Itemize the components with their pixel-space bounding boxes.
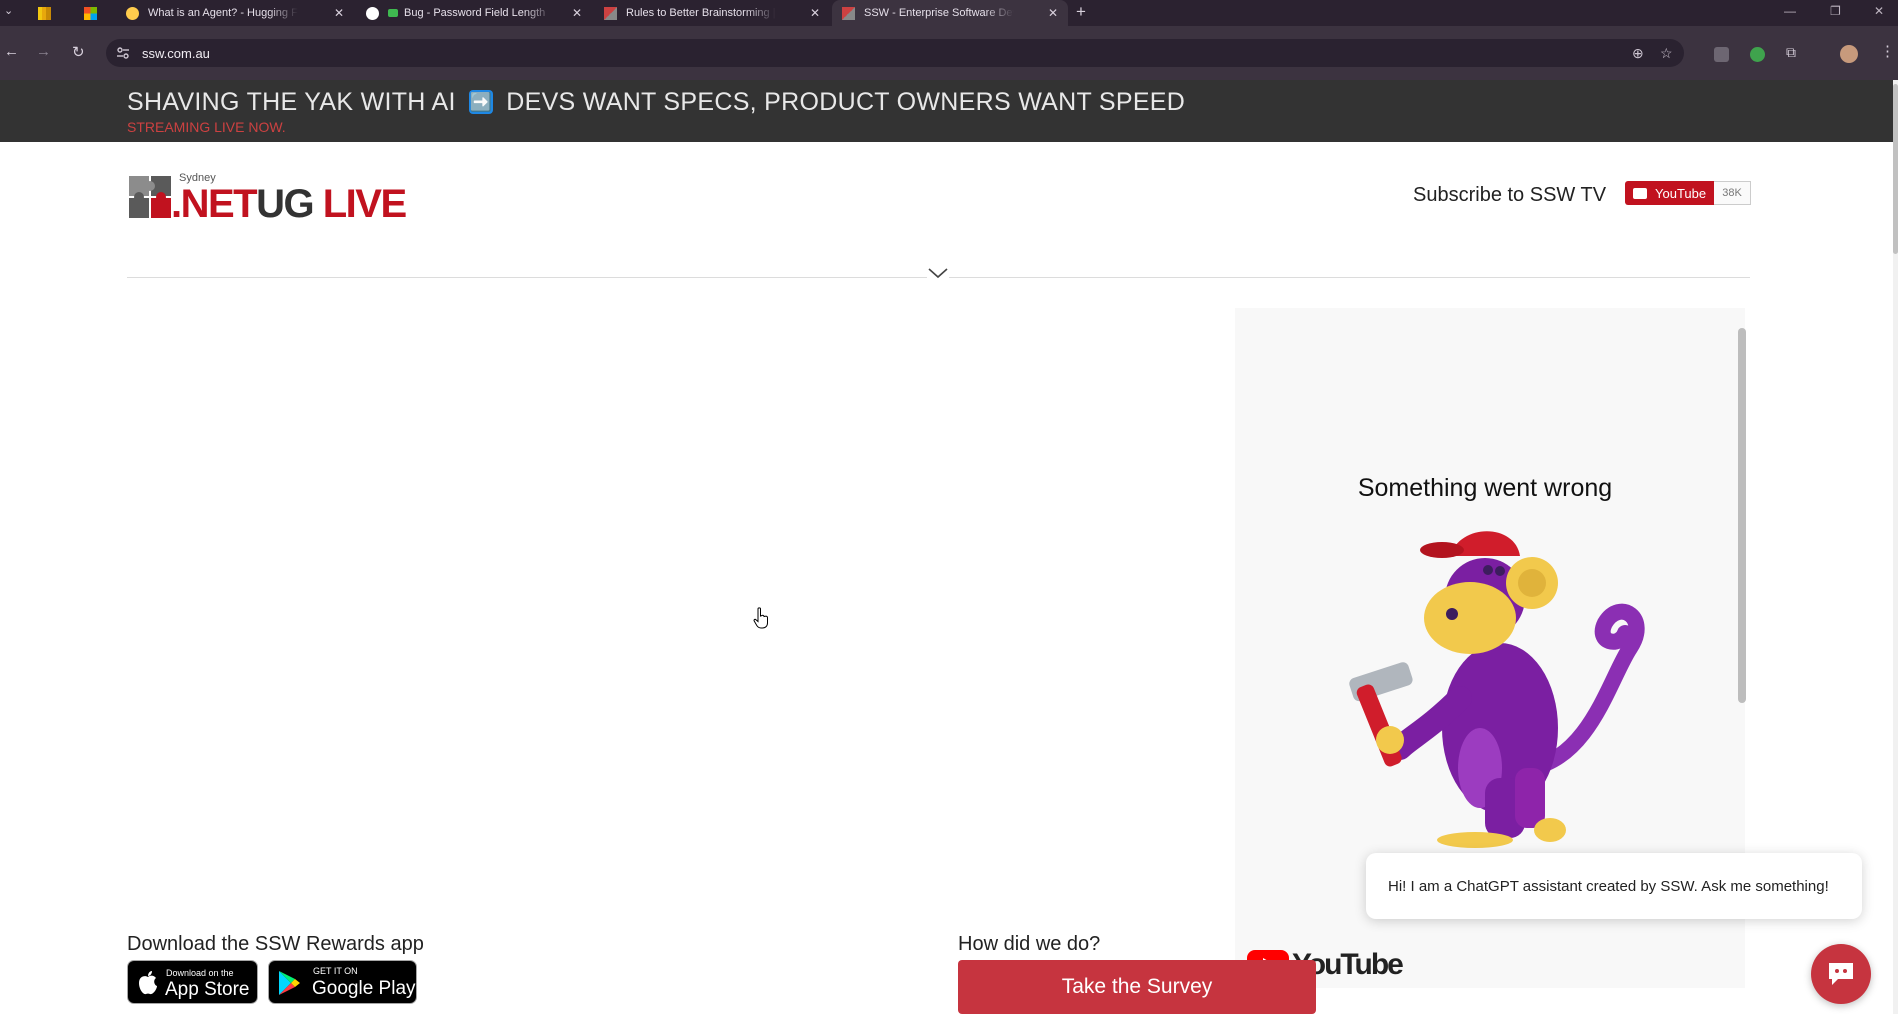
chevron-down-icon[interactable] — [927, 266, 949, 280]
reload-icon[interactable]: ↻ — [72, 43, 85, 61]
github-icon — [366, 6, 379, 20]
hand-cursor-icon — [753, 607, 768, 629]
app-store-button[interactable]: Download on the App Store — [127, 960, 258, 1004]
puzzle-logo-icon — [129, 176, 171, 218]
bug-icon — [388, 9, 398, 17]
survey-heading: How did we do? — [958, 933, 1101, 955]
profile-avatar-icon[interactable] — [1840, 45, 1858, 63]
banner-headline-left: SHAVING THE YAK WITH AI — [127, 88, 456, 116]
subscriber-count: 38K — [1714, 181, 1751, 205]
zoom-icon[interactable]: ⊕ — [1632, 45, 1644, 62]
minimize-icon[interactable]: — — [1784, 4, 1796, 18]
tab-rules-brainstorming[interactable]: Rules to Better Brainstorming | SSW ✕ — [594, 0, 830, 26]
youtube-subscribe-button[interactable]: YouTube — [1625, 181, 1714, 205]
chat-greeting-text: Hi! I am a ChatGPT assistant created by … — [1388, 878, 1829, 895]
tab-title: SSW - Enterprise Software Development — [864, 7, 1014, 19]
restore-icon[interactable]: ❐ — [1830, 4, 1841, 18]
tab-search-icon[interactable]: ⌄ — [4, 4, 13, 17]
extensions-puzzle-icon[interactable]: ⧉ — [1786, 44, 1796, 61]
chat-icon — [1829, 963, 1853, 985]
chat-launcher-button[interactable] — [1811, 944, 1871, 1004]
logo-live: LIVE — [322, 182, 407, 226]
youtube-error-monkey-icon — [1349, 531, 1645, 848]
banner-subtitle: STREAMING LIVE NOW. — [127, 119, 286, 135]
power-bi-icon — [38, 6, 51, 20]
page-scrollbar-thumb[interactable] — [1893, 84, 1898, 254]
subscribe-label: Subscribe to SSW TV — [1413, 184, 1607, 206]
close-tab-icon[interactable]: ✕ — [572, 6, 582, 20]
browser-tab-strip: ⌄ What is an Agent? - Hugging Face ✕ Bug… — [0, 0, 1898, 26]
forward-icon[interactable]: → — [36, 43, 51, 60]
back-icon[interactable]: ← — [4, 43, 19, 60]
live-banner[interactable]: SHAVING THE YAK WITH AI ➡️ DEVS WANT SPE… — [0, 80, 1893, 142]
banner-headline-right: DEVS WANT SPECS, PRODUCT OWNERS WANT SPE… — [506, 88, 1186, 116]
close-tab-icon[interactable]: ✕ — [1048, 6, 1058, 20]
tab-title: Rules to Better Brainstorming | SSW — [626, 7, 776, 19]
app-store-small-text: Download on the — [166, 968, 234, 978]
bookmark-star-icon[interactable]: ☆ — [1660, 45, 1673, 62]
address-bar-row: ← → ↻ ssw.com.au ⊕ ☆ ⧉ ⋮ — [0, 26, 1898, 80]
ssw-icon — [604, 6, 617, 20]
chat-greeting-bubble[interactable]: Hi! I am a ChatGPT assistant created by … — [1366, 853, 1862, 919]
rewards-app-heading: Download the SSW Rewards app — [127, 933, 424, 955]
hugging-face-icon — [126, 6, 139, 20]
site-info-icon[interactable] — [116, 46, 130, 60]
close-tab-icon[interactable]: ✕ — [810, 6, 820, 20]
tab-hugging-face[interactable]: What is an Agent? - Hugging Face ✕ — [116, 0, 354, 26]
embed-scrollbar[interactable] — [1738, 328, 1746, 703]
logo-wordmark: .NETUG LIVE — [171, 182, 407, 227]
tab-title: What is an Agent? - Hugging Face — [148, 7, 298, 19]
tab-github-bug[interactable]: Bug - Password Field Length ✕ — [356, 0, 592, 26]
google-play-text: Google Play — [312, 978, 416, 999]
new-tab-icon[interactable]: + — [1076, 2, 1086, 22]
take-survey-button[interactable]: Take the Survey — [958, 960, 1316, 1014]
google-play-small-text: GET IT ON — [313, 966, 358, 976]
tab-microsoft[interactable] — [74, 0, 110, 26]
tab-power-bi[interactable] — [28, 0, 64, 26]
video-error-text: Something went wrong — [1357, 474, 1613, 502]
apple-icon — [139, 971, 157, 995]
omnibox[interactable]: ssw.com.au ⊕ ☆ — [106, 39, 1684, 67]
arrow-right-icon: ➡️ — [468, 90, 493, 114]
google-play-icon — [279, 971, 300, 995]
tab-ssw-active[interactable]: SSW - Enterprise Software Development ✕ — [832, 0, 1068, 26]
logo-net: .NET — [171, 182, 258, 226]
url-text: ssw.com.au — [142, 46, 210, 61]
youtube-check-icon — [1633, 187, 1647, 199]
ssw-icon — [842, 6, 855, 20]
webpage: SHAVING THE YAK WITH AI ➡️ DEVS WANT SPE… — [0, 80, 1893, 1014]
microsoft-icon — [84, 6, 97, 20]
page-scrollbar[interactable] — [1893, 80, 1898, 1014]
banner-headline: SHAVING THE YAK WITH AI ➡️ DEVS WANT SPE… — [127, 88, 1185, 117]
tab-title: Bug - Password Field Length — [404, 7, 546, 19]
logo-ug: UG — [256, 182, 315, 226]
menu-kebab-icon[interactable]: ⋮ — [1880, 42, 1895, 60]
close-window-icon[interactable]: ✕ — [1874, 4, 1884, 18]
extension-green-icon[interactable] — [1750, 47, 1765, 62]
close-tab-icon[interactable]: ✕ — [334, 6, 344, 20]
app-store-text: App Store — [165, 979, 250, 1000]
netug-live-logo[interactable]: Sydney .NETUG LIVE — [127, 172, 427, 228]
youtube-button-label: YouTube — [1655, 185, 1707, 201]
google-play-button[interactable]: GET IT ON Google Play — [268, 960, 417, 1004]
extension-k-icon[interactable] — [1714, 47, 1729, 62]
